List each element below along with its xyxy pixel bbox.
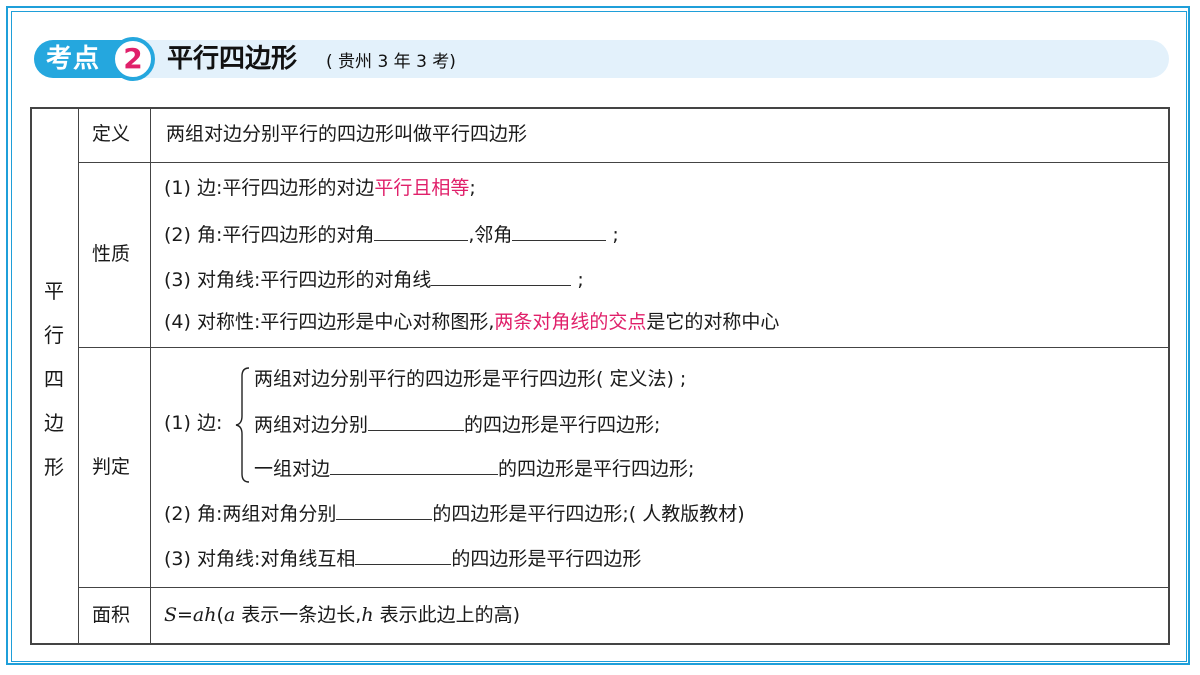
criteria-angles-text: (2) 角:两组对角分别	[164, 503, 337, 525]
property-symmetry-end: 是它的对称中心	[646, 311, 780, 333]
table-border-top	[30, 107, 1170, 109]
criteria-diagonals: (3) 对角线:对角线互相 的四边形是平行四边形	[164, 544, 641, 572]
property-symmetry-answer: 两条对角线的交点	[494, 311, 647, 333]
properties-label: 性质	[92, 243, 131, 265]
fill-blank	[512, 220, 607, 241]
property-sides-answer: 平行且相等	[374, 177, 470, 199]
criteria-angles-end: 的四边形是平行四边形;( 人教版教材)	[432, 503, 745, 525]
row-header-char: 平	[44, 279, 64, 303]
property-angles-text: (2) 角:平行四边形的对角	[164, 224, 375, 246]
punctuation: ;	[612, 224, 619, 246]
property-symmetry: (4) 对称性:平行四边形是中心对称图形,两条对角线的交点是它的对称中心	[164, 309, 779, 335]
criteria-sides-b: 两组对边分别 的四边形是平行四边形;	[254, 410, 660, 438]
definition-text: 两组对边分别平行的四边形叫做平行四边形	[166, 123, 528, 145]
area-formula: S=ah(a 表示一条边长,h 表示此边上的高)	[164, 602, 520, 628]
area-label: 面积	[92, 604, 131, 626]
row-divider	[78, 162, 1170, 163]
property-angles-mid: ,邻角	[468, 224, 513, 246]
area-desc-open: (	[216, 604, 224, 626]
property-angles: (2) 角:平行四边形的对角 ,邻角;	[164, 220, 619, 248]
column-divider	[78, 107, 79, 645]
row-header-char: 边	[44, 411, 64, 435]
left-brace-icon	[235, 367, 250, 483]
area-var-h: h	[361, 604, 374, 626]
fill-blank	[330, 454, 499, 475]
fill-blank	[355, 544, 452, 565]
criteria-sides-c-end: 的四边形是平行四边形;	[498, 458, 695, 480]
row-header-char: 行	[44, 323, 64, 347]
area-desc-mid: 表示一条边长,	[235, 604, 362, 626]
kaodian-number: 2	[111, 37, 155, 81]
definition-label: 定义	[92, 123, 131, 145]
criteria-sides-c-text: 一组对边	[254, 458, 331, 480]
property-diagonals-text: (3) 对角线:平行四边形的对角线	[164, 269, 432, 291]
criteria-sides-label: (1) 边:	[164, 412, 223, 434]
row-divider	[78, 587, 1170, 588]
row-divider	[78, 347, 1170, 348]
criteria-diagonals-end: 的四边形是平行四边形	[451, 548, 642, 570]
criteria-sides-c: 一组对边 的四边形是平行四边形;	[254, 454, 694, 482]
fill-blank	[431, 265, 572, 286]
table-border-right	[1168, 107, 1170, 645]
knowledge-table: 平 行 四 边 形 定义 两组对边分别平行的四边形叫做平行四边形 性质 (1) …	[30, 107, 1170, 645]
column-divider	[150, 107, 151, 645]
fill-blank	[336, 499, 433, 520]
property-sides: (1) 边:平行四边形的对边平行且相等;	[164, 175, 476, 201]
section-subtitle: ( 贵州 3 年 3 考)	[326, 52, 456, 72]
property-sides-text: (1) 边:平行四边形的对边	[164, 177, 375, 199]
criteria-sides-b-text: 两组对边分别	[254, 414, 369, 436]
table-border-left	[30, 107, 32, 645]
criteria-diagonals-text: (3) 对角线:对角线互相	[164, 548, 356, 570]
row-header-char: 形	[44, 455, 64, 479]
property-symmetry-text: (4) 对称性:平行四边形是中心对称图形,	[164, 311, 495, 333]
criteria-angles: (2) 角:两组对角分别 的四边形是平行四边形;( 人教版教材)	[164, 499, 745, 527]
row-header-vertical: 平 行 四 边 形	[44, 269, 64, 489]
criteria-label: 判定	[92, 456, 131, 478]
table-border-bottom	[30, 643, 1170, 645]
fill-blank	[368, 410, 465, 431]
area-formula-expr: S=ah	[164, 604, 217, 626]
area-desc-end: 表示此边上的高)	[373, 604, 521, 626]
punctuation: ;	[469, 177, 476, 199]
row-header-char: 四	[44, 367, 64, 391]
section-title: 平行四边形	[167, 44, 298, 74]
area-var-a: a	[223, 604, 236, 626]
fill-blank	[374, 220, 469, 241]
criteria-sides-a: 两组对边分别平行的四边形是平行四边形( 定义法) ;	[254, 368, 687, 390]
criteria-sides-b-end: 的四边形是平行四边形;	[464, 414, 661, 436]
punctuation: ;	[577, 269, 584, 291]
property-diagonals: (3) 对角线:平行四边形的对角线;	[164, 265, 584, 293]
